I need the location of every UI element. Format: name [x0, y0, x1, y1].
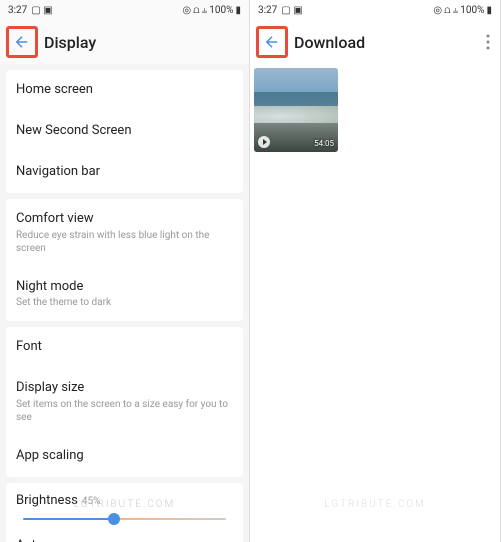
battery-pct: 100% [209, 5, 233, 16]
night-mode-row[interactable]: Night mode Set the theme to dark [6, 267, 243, 322]
section-brightness: Brightness 45% Auto Brightness will be c… [6, 483, 243, 542]
battery-icon: ▮ [486, 5, 492, 16]
download-screen: 3:27 ▢ ▣ ◎ ⩍ ⫨ 100% ▮ Download 54:05 LGT… [250, 0, 501, 542]
nfc-icon: ◎ [433, 5, 442, 16]
second-screen-row[interactable]: New Second Screen [6, 111, 243, 152]
brightness-slider[interactable] [23, 518, 227, 520]
comfort-view-row[interactable]: Comfort view Reduce eye strain with less… [6, 199, 243, 267]
nfc-icon: ◎ [182, 5, 191, 16]
arrow-left-icon [13, 33, 31, 51]
wifi-icon: ⩍ [193, 5, 200, 16]
notif-icon: ▢ ▣ [31, 5, 52, 16]
watermark: LGTRIBUTE.COM [74, 499, 175, 510]
page-title: Display [44, 33, 96, 52]
arrow-left-icon [263, 33, 281, 51]
navigation-bar-row[interactable]: Navigation bar [6, 152, 243, 193]
more-icon[interactable] [486, 34, 490, 54]
home-screen-row[interactable]: Home screen [6, 70, 243, 111]
display-size-row[interactable]: Display size Set items on the screen to … [6, 368, 243, 436]
battery-pct: 100% [460, 5, 484, 16]
auto-brightness-row[interactable]: Auto Brightness will be changed automati… [6, 530, 243, 542]
font-row[interactable]: Font [6, 327, 243, 368]
status-bar: 3:27 ▢ ▣ ◎ ⩍ ⫨ 100% ▮ [250, 0, 500, 20]
video-thumbnail[interactable]: 54:05 [254, 68, 338, 152]
watermark: LGTRIBUTE.COM [324, 499, 425, 510]
status-time: 3:27 [8, 5, 27, 16]
section-screens: Home screen New Second Screen Navigation… [6, 70, 243, 193]
wifi-icon: ⩍ [444, 5, 451, 16]
back-button[interactable] [6, 26, 38, 58]
section-view: Comfort view Reduce eye strain with less… [6, 199, 243, 322]
app-scaling-row[interactable]: App scaling [6, 436, 243, 477]
video-duration: 54:05 [314, 139, 334, 148]
section-font: Font Display size Set items on the scree… [6, 327, 243, 477]
slider-thumb[interactable] [108, 513, 120, 525]
status-time: 3:27 [258, 5, 277, 16]
notif-icon: ▢ ▣ [281, 5, 302, 16]
page-title: Download [294, 33, 365, 52]
header: Download [250, 20, 500, 64]
status-bar: 3:27 ▢ ▣ ◎ ⩍ ⫨ 100% ▮ [0, 0, 249, 20]
signal-icon: ⫨ [453, 5, 459, 16]
header: Display [0, 20, 249, 64]
back-button[interactable] [256, 26, 288, 58]
signal-icon: ⫨ [202, 5, 208, 16]
display-settings-screen: 3:27 ▢ ▣ ◎ ⩍ ⫨ 100% ▮ Display Home scree… [0, 0, 250, 542]
battery-icon: ▮ [235, 5, 241, 16]
play-icon [258, 136, 270, 148]
